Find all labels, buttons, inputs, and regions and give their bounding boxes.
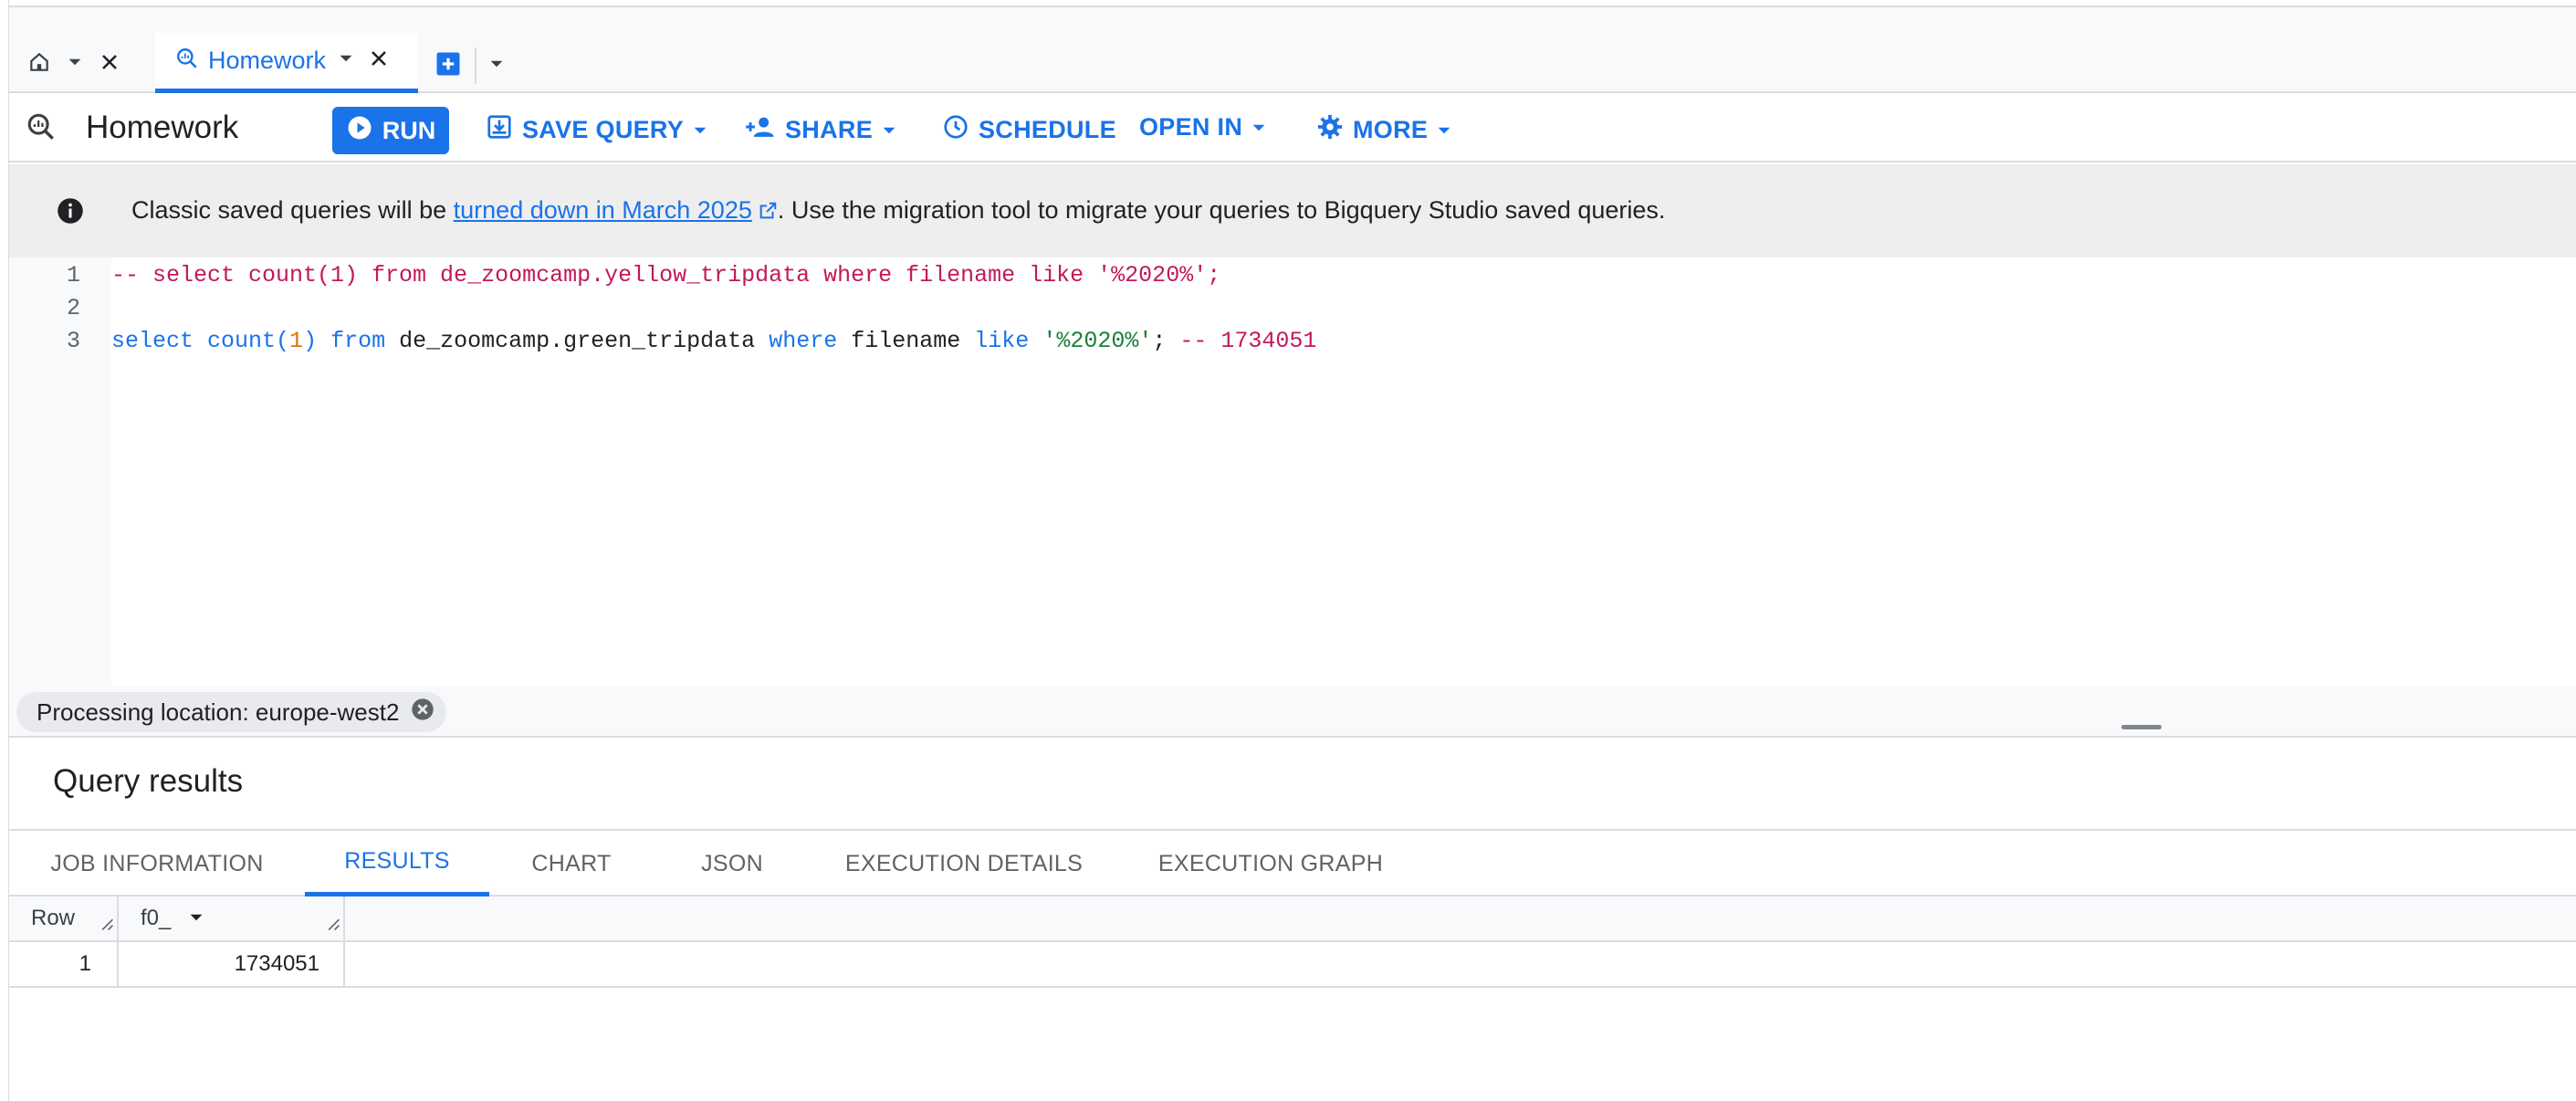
schedule-label: SCHEDULE: [979, 116, 1116, 143]
tab-json[interactable]: JSON: [654, 831, 811, 897]
home-icon[interactable]: [27, 50, 51, 79]
open-in-button[interactable]: OPEN IN: [1139, 113, 1266, 142]
deprecation-banner: Classic saved queries will be turned dow…: [9, 164, 2576, 257]
tab-results[interactable]: RESULTS: [305, 831, 489, 897]
chevron-down-icon[interactable]: [489, 57, 504, 76]
cancel-icon[interactable]: [410, 697, 435, 729]
chevron-down-icon: [1437, 116, 1451, 144]
new-tab-controls: [435, 47, 504, 84]
query-icon: [26, 111, 57, 147]
clock-icon: [942, 113, 969, 147]
table-header-row: Row f0_: [9, 897, 2576, 942]
divider: [475, 47, 476, 84]
query-toolbar: Homework RUN SAVE QUERY SHARE SCHEDULE O…: [9, 93, 2576, 163]
column-header-label: Row: [31, 906, 76, 930]
code-line-1[interactable]: -- select count(1) from de_zoomcamp.yell…: [111, 262, 1220, 288]
home-tab-dropdown-icon[interactable]: [68, 55, 82, 74]
more-button[interactable]: MORE: [1316, 113, 1451, 147]
close-icon[interactable]: [99, 51, 120, 78]
chevron-down-icon: [882, 116, 896, 144]
tab-execution-details[interactable]: EXECUTION DETAILS: [811, 831, 1117, 897]
more-label: MORE: [1353, 116, 1429, 143]
schedule-button[interactable]: SCHEDULE: [942, 113, 1116, 147]
save-query-button[interactable]: SAVE QUERY: [486, 113, 707, 147]
turned-down-link[interactable]: turned down in March 2025: [454, 196, 752, 224]
tab-homework[interactable]: Homework: [155, 33, 418, 93]
save-query-label: SAVE QUERY: [522, 116, 685, 143]
results-title: Query results: [53, 763, 244, 799]
info-icon: [57, 197, 84, 229]
string-literal: '%2020%': [1042, 328, 1153, 354]
share-label: SHARE: [785, 116, 874, 143]
column-header-row[interactable]: Row: [9, 897, 119, 940]
run-label: RUN: [382, 116, 436, 144]
query-results-panel: Query results JOB INFORMATION RESULTS CH…: [9, 738, 2576, 1101]
play-icon: [346, 114, 373, 148]
tab-execution-graph[interactable]: EXECUTION GRAPH: [1117, 831, 1424, 897]
table-name: de_zoomcamp.green_tripdata: [399, 328, 756, 354]
sql-editor[interactable]: 1 2 3 -- select count(1) from de_zoomcam…: [9, 257, 2576, 687]
processing-location-label: Processing location: europe-west2: [37, 697, 400, 726]
page-title: Homework: [86, 110, 239, 145]
chevron-down-icon: [1251, 113, 1266, 142]
pane-resize-handle[interactable]: [2121, 725, 2162, 729]
query-tab-bar: Homework: [9, 5, 2576, 93]
banner-message: Classic saved queries will be turned dow…: [131, 196, 1665, 227]
line-number-gutter: 1 2 3: [9, 257, 111, 687]
keyword-select: select: [111, 328, 194, 354]
sort-dropdown-icon[interactable]: [189, 906, 204, 931]
tab-label: Homework: [208, 47, 327, 74]
query-icon: [175, 47, 199, 75]
tab-job-information[interactable]: JOB INFORMATION: [9, 831, 305, 897]
save-icon: [486, 113, 513, 147]
keyword-where: where: [769, 328, 838, 354]
f0-value-cell: 1734051: [119, 942, 345, 986]
close-icon[interactable]: [368, 47, 390, 74]
processing-location-chip[interactable]: Processing location: europe-west2: [16, 692, 447, 732]
external-link-icon[interactable]: [758, 199, 778, 227]
table-row: 1 1734051: [9, 942, 2576, 988]
add-person-icon: [745, 113, 776, 147]
semicolon: ;: [1152, 328, 1167, 354]
column-header-label: f0_: [141, 906, 172, 930]
line-number: 2: [66, 295, 80, 321]
column-resize-icon[interactable]: [326, 912, 340, 938]
inline-comment: -- 1734051: [1179, 328, 1317, 354]
open-in-label: OPEN IN: [1139, 113, 1243, 141]
editor-status-row: Processing location: europe-west2: [9, 687, 2576, 738]
row-number-cell: 1: [9, 942, 119, 986]
code-line-3[interactable]: select count(1) from de_zoomcamp.green_t…: [111, 328, 1316, 354]
add-tab-icon[interactable]: [435, 50, 462, 82]
function-count: count(: [207, 328, 290, 354]
column-resize-icon[interactable]: [99, 912, 114, 938]
line-number: 3: [66, 328, 80, 354]
run-button[interactable]: RUN: [332, 107, 449, 154]
home-tab[interactable]: [27, 40, 120, 88]
column-name: filename: [851, 328, 961, 354]
banner-text-before: Classic saved queries will be: [131, 196, 454, 224]
close-paren: ): [303, 328, 318, 354]
line-number: 1: [66, 262, 80, 288]
column-header-f0[interactable]: f0_: [119, 897, 345, 940]
banner-text-after: . Use the migration tool to migrate your…: [777, 196, 1666, 224]
tab-chart[interactable]: CHART: [489, 831, 654, 897]
results-tab-bar: JOB INFORMATION RESULTS CHART JSON EXECU…: [9, 829, 2576, 897]
tab-dropdown-icon[interactable]: [339, 51, 353, 70]
gear-icon: [1316, 113, 1344, 147]
chevron-down-icon: [693, 116, 707, 144]
keyword-from: from: [330, 328, 386, 354]
keyword-like: like: [974, 328, 1030, 354]
left-rail: [0, 0, 9, 1101]
number-literal: 1: [289, 328, 304, 354]
share-button[interactable]: SHARE: [745, 113, 896, 147]
